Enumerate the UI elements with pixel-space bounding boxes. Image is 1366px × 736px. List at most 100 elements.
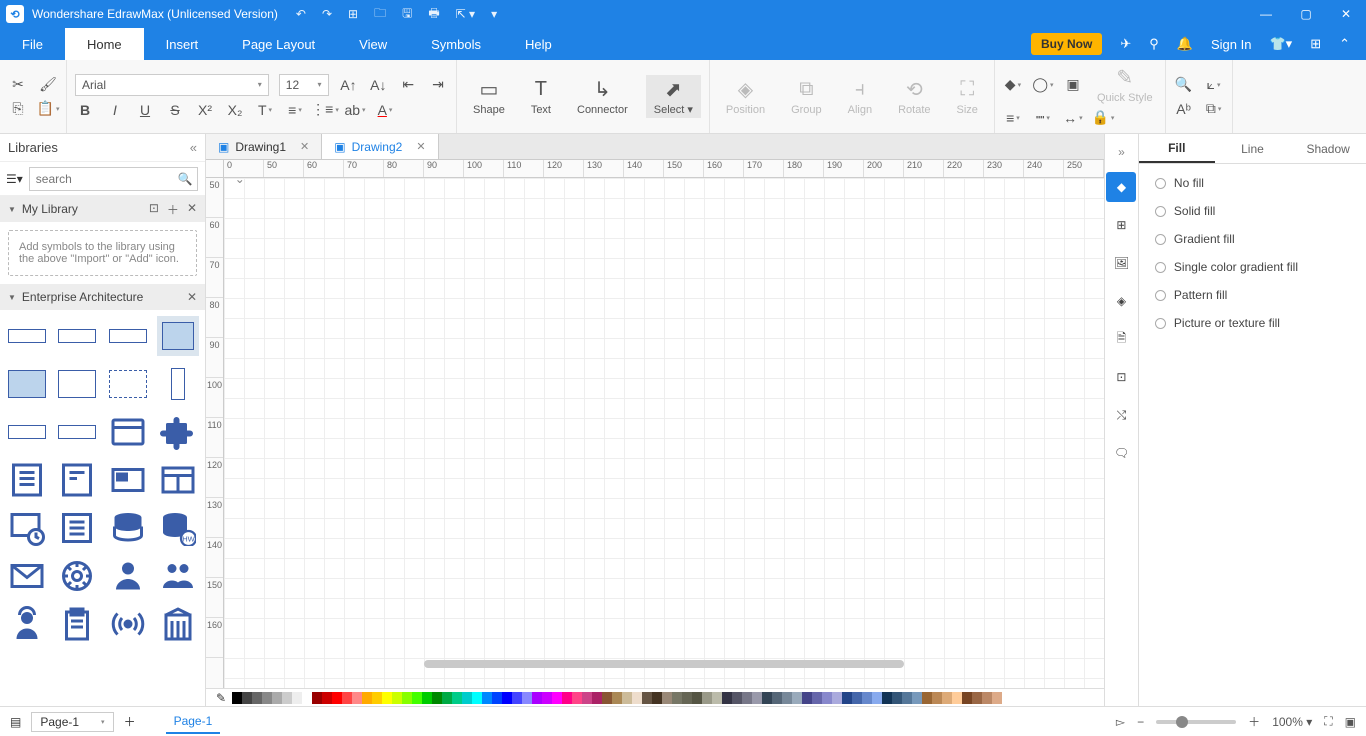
shape-rect-b1[interactable] xyxy=(6,412,48,452)
new-icon[interactable]: ⊞ xyxy=(348,7,358,21)
color-swatch[interactable] xyxy=(402,692,412,704)
shape-rect-dash[interactable] xyxy=(107,364,149,404)
menu-home[interactable]: Home xyxy=(65,28,144,60)
color-swatch[interactable] xyxy=(582,692,592,704)
crop-icon[interactable]: ⟀▾ xyxy=(1204,75,1224,95)
fit-page-icon[interactable]: ⛶ xyxy=(1324,714,1332,729)
layers-icon[interactable]: ⧉▾ xyxy=(1204,99,1224,119)
shape-card-icon[interactable] xyxy=(107,460,149,500)
line-spacing-icon[interactable]: ≡▾ xyxy=(285,100,305,120)
line-dash-icon[interactable]: ┉▾ xyxy=(1033,108,1053,128)
image-panel-icon[interactable]: 🖼 xyxy=(1106,248,1136,278)
shape-gear-icon[interactable] xyxy=(56,556,98,596)
page-tab-1[interactable]: Page-1 xyxy=(166,710,221,734)
shape-rect-1[interactable] xyxy=(6,316,48,356)
color-swatch[interactable] xyxy=(362,692,372,704)
underline-icon[interactable]: U xyxy=(135,100,155,120)
add-icon[interactable]: ＋ xyxy=(167,201,179,218)
color-swatch[interactable] xyxy=(902,692,912,704)
shape-doc2-icon[interactable] xyxy=(56,460,98,500)
color-swatch[interactable] xyxy=(722,692,732,704)
shape-rect-tall[interactable] xyxy=(157,364,199,404)
expand-right-icon[interactable]: » xyxy=(1118,140,1125,164)
shape-rect-3[interactable] xyxy=(107,316,149,356)
highlight-icon[interactable]: ab▾ xyxy=(345,100,365,120)
color-swatch[interactable] xyxy=(642,692,652,704)
fill-option[interactable]: Single color gradient fill xyxy=(1155,260,1350,274)
line-color-icon[interactable]: ◯▾ xyxy=(1033,75,1053,95)
more-qat-icon[interactable]: ▾ xyxy=(491,7,497,21)
line-weight-icon[interactable]: ≡▾ xyxy=(1003,108,1023,128)
color-swatch[interactable] xyxy=(692,692,702,704)
redo-icon[interactable]: ↷ xyxy=(322,7,332,21)
font-family-combo[interactable]: Arial▾ xyxy=(75,74,269,96)
indent-right-icon[interactable]: ⇥ xyxy=(428,75,448,95)
color-swatch[interactable] xyxy=(702,692,712,704)
color-swatch[interactable] xyxy=(322,692,332,704)
print-icon[interactable]: 🖶 xyxy=(428,4,439,25)
presentation-icon[interactable]: ▻ xyxy=(1116,715,1125,729)
color-swatch[interactable] xyxy=(482,692,492,704)
fill-option[interactable]: Picture or texture fill xyxy=(1155,316,1350,330)
color-swatch[interactable] xyxy=(512,692,522,704)
close-category-icon[interactable]: ✕ xyxy=(187,290,197,304)
menu-view[interactable]: View xyxy=(337,28,409,60)
color-swatch[interactable] xyxy=(852,692,862,704)
lock-icon[interactable]: 🔒▾ xyxy=(1093,108,1113,128)
doctab-drawing2[interactable]: ▣Drawing2✕ xyxy=(322,134,438,159)
tab-fill[interactable]: Fill xyxy=(1139,134,1215,163)
position-tool[interactable]: ◈Position xyxy=(718,76,773,118)
mylibrary-section[interactable]: ▼My Library ⊡＋✕ xyxy=(0,196,205,222)
color-swatch[interactable] xyxy=(492,692,502,704)
color-swatch[interactable] xyxy=(532,692,542,704)
color-swatch[interactable] xyxy=(232,692,242,704)
page-panel-icon[interactable]: 🗎 xyxy=(1106,324,1136,354)
comment-panel-icon[interactable]: 🗨 xyxy=(1106,438,1136,468)
color-swatch[interactable] xyxy=(992,692,1002,704)
font-color-icon[interactable]: A▾ xyxy=(375,100,395,120)
shape-rect-b2[interactable] xyxy=(56,412,98,452)
search-icon[interactable]: 🔍 xyxy=(178,172,193,186)
color-swatch[interactable] xyxy=(302,692,312,704)
color-swatch[interactable] xyxy=(772,692,782,704)
account-icon[interactable]: 👕▾ xyxy=(1269,36,1292,52)
decrease-font-icon[interactable]: A↓ xyxy=(368,75,388,95)
collapse-ribbon-icon[interactable]: ⌃ xyxy=(1339,36,1350,52)
shape-broadcast-icon[interactable] xyxy=(107,604,149,644)
size-tool[interactable]: ⛶Size xyxy=(949,76,986,118)
group-tool[interactable]: ⧉Group xyxy=(783,76,830,118)
color-swatch[interactable] xyxy=(832,692,842,704)
maximize-button[interactable]: ▢ xyxy=(1286,0,1326,28)
tab-line[interactable]: Line xyxy=(1215,134,1291,163)
buy-now-button[interactable]: Buy Now xyxy=(1031,33,1102,55)
color-swatch[interactable] xyxy=(542,692,552,704)
color-swatch[interactable] xyxy=(282,692,292,704)
zoom-in-icon[interactable]: ＋ xyxy=(1248,713,1260,730)
shape-puzzle-icon[interactable] xyxy=(157,412,199,452)
enterprise-section[interactable]: ▼Enterprise Architecture ✕ xyxy=(0,284,205,310)
color-swatch[interactable] xyxy=(632,692,642,704)
color-swatch[interactable] xyxy=(462,692,472,704)
color-swatch[interactable] xyxy=(422,692,432,704)
color-swatch[interactable] xyxy=(472,692,482,704)
color-swatch[interactable] xyxy=(912,692,922,704)
color-swatch[interactable] xyxy=(842,692,852,704)
menu-insert[interactable]: Insert xyxy=(144,28,221,60)
color-swatch[interactable] xyxy=(412,692,422,704)
close-tab-icon[interactable]: ✕ xyxy=(416,140,425,153)
bullets-icon[interactable]: ⋮≡▾ xyxy=(315,100,335,120)
color-swatch[interactable] xyxy=(712,692,722,704)
shape-building-icon[interactable] xyxy=(157,604,199,644)
save-icon[interactable]: 🖫 xyxy=(402,4,412,25)
drawing-canvas[interactable] xyxy=(224,178,1104,688)
zoom-value[interactable]: 100% ▾ xyxy=(1272,715,1312,729)
shadow-icon[interactable]: ▣ xyxy=(1063,75,1083,95)
menu-help[interactable]: Help xyxy=(503,28,574,60)
fill-option[interactable]: No fill xyxy=(1155,176,1350,190)
color-swatch[interactable] xyxy=(602,692,612,704)
color-swatch[interactable] xyxy=(372,692,382,704)
bell-icon[interactable]: 🔔 xyxy=(1177,36,1193,52)
library-search-input[interactable] xyxy=(29,167,198,191)
share-icon[interactable]: ⚲ xyxy=(1149,36,1159,52)
shape-support-icon[interactable] xyxy=(6,604,48,644)
